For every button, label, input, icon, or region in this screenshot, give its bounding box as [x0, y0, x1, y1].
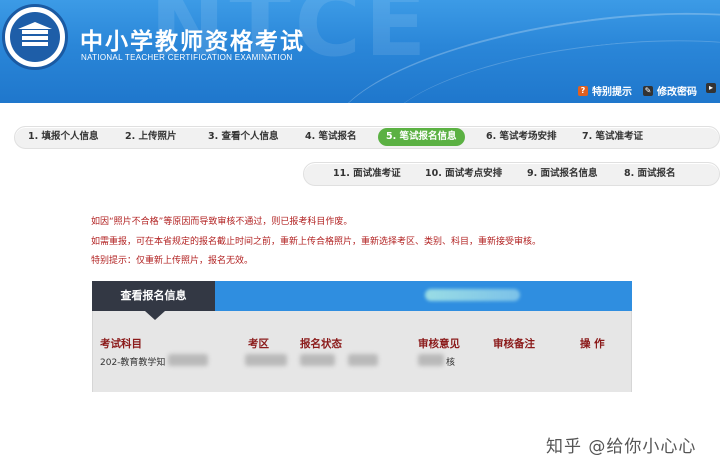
special-notice-label: 特别提示	[592, 87, 632, 98]
site-logo	[2, 4, 68, 70]
step-10-interview-venue[interactable]: 10. 面试考点安排	[425, 165, 502, 183]
step-4-written-registration[interactable]: 4. 笔试报名	[305, 128, 357, 146]
column-header-status: 报名状态	[300, 338, 342, 350]
change-password-link[interactable]: ✎ 修改密码	[643, 83, 697, 98]
special-notice-link[interactable]: ? 特别提示	[578, 83, 632, 98]
step-8-interview-registration[interactable]: 8. 面试报名	[624, 165, 676, 183]
site-subtitle: NATIONAL TEACHER CERTIFICATION EXAMINATI…	[81, 53, 293, 62]
step-3-view-info[interactable]: 3. 查看个人信息	[208, 128, 279, 146]
exit-icon: ▸	[706, 83, 716, 93]
logout-link[interactable]: ▸	[706, 83, 720, 93]
notice-reapply: 如需重报，可在本省规定的报名截止时间之前，重新上传合格照片，重新选择考区、类别、…	[91, 237, 542, 247]
edit-icon: ✎	[643, 85, 653, 96]
step-5-written-registration-info[interactable]: 5. 笔试报名信息	[378, 128, 465, 146]
redacted-status	[300, 354, 335, 366]
site-title: 中小学教师资格考试	[80, 29, 305, 55]
redacted-review-opinion	[418, 354, 444, 366]
step-6-written-exam-arrangement[interactable]: 6. 笔试考场安排	[486, 128, 557, 146]
notice-photo-rejection: 如因“照片不合格”等原因而导致审核不通过，则已报考科目作废。	[91, 217, 353, 227]
column-header-review-opinion: 审核意见	[418, 338, 460, 350]
step-1-fill-info[interactable]: 1. 填报个人信息	[28, 128, 99, 146]
step-2-upload-photo[interactable]: 2. 上传照片	[125, 128, 177, 146]
column-header-actions: 操 作	[580, 338, 605, 350]
step-9-interview-registration-info[interactable]: 9. 面试报名信息	[527, 165, 598, 183]
notice-special: 特别提示：仅重新上传照片，报名无效。	[91, 256, 254, 266]
step-7-written-admission-ticket[interactable]: 7. 笔试准考证	[582, 128, 643, 146]
question-icon: ?	[578, 85, 588, 96]
cell-review-opinion: 核	[446, 358, 456, 368]
redacted-subject	[168, 354, 208, 366]
panel-tab-view-registration[interactable]: 查看报名信息	[92, 281, 215, 311]
change-password-label: 修改密码	[657, 87, 697, 98]
book-icon	[18, 22, 52, 46]
redacted-info	[425, 289, 520, 301]
zhihu-watermark: 知乎 @给你小心心	[546, 437, 697, 457]
redacted-status	[348, 354, 378, 366]
redacted-exam-area	[245, 354, 287, 366]
cell-subject: 202-教育教学知	[100, 358, 166, 368]
column-header-review-remark: 审核备注	[493, 338, 535, 350]
panel-tab-pointer	[145, 311, 165, 320]
column-header-subject: 考试科目	[100, 338, 142, 350]
column-header-exam-area: 考区	[248, 338, 269, 350]
step-11-interview-admission-ticket[interactable]: 11. 面试准考证	[333, 165, 401, 183]
logo-emblem-icon	[10, 12, 60, 62]
site-header: NTCE 中小学教师资格考试 NATIONAL TEACHER CERTIFIC…	[0, 0, 720, 103]
